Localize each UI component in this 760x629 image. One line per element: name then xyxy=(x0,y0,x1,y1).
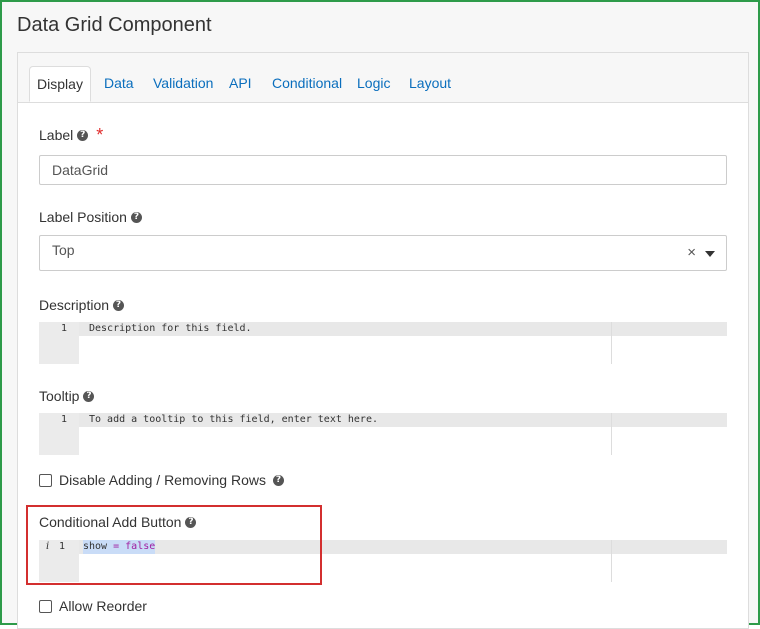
allow-reorder-checkbox[interactable]: Allow Reorder xyxy=(39,598,147,614)
description-label: Description ? xyxy=(39,297,125,313)
label-input[interactable]: DataGrid xyxy=(39,155,727,185)
label-position-select[interactable]: Top × xyxy=(39,235,727,271)
checkbox-box[interactable] xyxy=(39,473,52,487)
tooltip-text: Tooltip xyxy=(39,388,80,404)
chevron-down-icon[interactable] xyxy=(705,251,715,257)
label-position-label: Label Position ? xyxy=(39,209,142,225)
label-position-value: Top xyxy=(52,242,75,258)
print-margin xyxy=(611,540,612,582)
tab-api[interactable]: API xyxy=(229,75,252,91)
tab-logic[interactable]: Logic xyxy=(357,75,390,91)
disable-adding-removing-rows-checkbox[interactable]: Disable Adding / Removing Rows ? xyxy=(39,472,284,488)
tab-layout[interactable]: Layout xyxy=(409,75,451,91)
label-field-label: Label ? * xyxy=(39,125,104,145)
help-icon[interactable]: ? xyxy=(77,129,89,141)
component-settings-window: Data Grid Component Display Data Validat… xyxy=(0,0,760,629)
checkbox-label: Disable Adding / Removing Rows xyxy=(59,472,266,488)
window-title: Data Grid Component xyxy=(17,14,212,36)
description-editor[interactable]: 1 Description for this field. xyxy=(39,322,727,364)
tab-data[interactable]: Data xyxy=(104,75,134,91)
print-margin xyxy=(611,322,612,364)
clear-selection-icon[interactable]: × xyxy=(687,244,696,261)
print-margin xyxy=(611,413,612,455)
required-asterisk-icon: * xyxy=(96,125,104,145)
tab-bar: Display Data Validation API Conditional … xyxy=(18,53,748,103)
help-icon[interactable]: ? xyxy=(113,299,125,311)
help-icon[interactable]: ? xyxy=(83,390,95,402)
tab-display[interactable]: Display xyxy=(29,66,91,102)
line-number: 1 xyxy=(60,323,67,334)
tab-validation[interactable]: Validation xyxy=(153,75,213,91)
highlight-annotation xyxy=(26,505,322,585)
editor-placeholder: To add a tooltip to this field, enter te… xyxy=(89,414,378,425)
line-number: 1 xyxy=(60,414,67,425)
tooltip-label: Tooltip ? xyxy=(39,388,95,404)
tooltip-editor[interactable]: 1 To add a tooltip to this field, enter … xyxy=(39,413,727,455)
label-position-text: Label Position xyxy=(39,209,127,225)
checkbox-label: Allow Reorder xyxy=(59,598,147,614)
tab-conditional[interactable]: Conditional xyxy=(272,75,342,91)
label-field-text: Label xyxy=(39,127,74,143)
description-text: Description xyxy=(39,297,110,313)
editor-placeholder: Description for this field. xyxy=(89,323,252,334)
help-icon[interactable]: ? xyxy=(273,474,284,486)
checkbox-box[interactable] xyxy=(39,599,52,613)
help-icon[interactable]: ? xyxy=(130,211,142,223)
